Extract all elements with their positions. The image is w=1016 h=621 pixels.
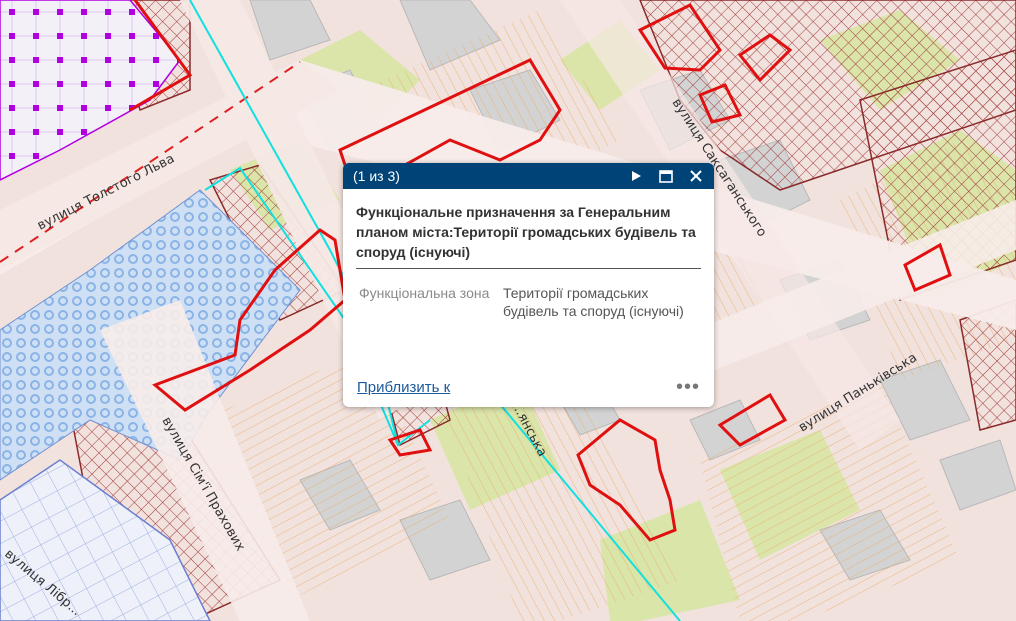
more-actions-icon[interactable]: ••• bbox=[676, 376, 700, 399]
popup-title: Функціональне призначення за Генеральним… bbox=[356, 202, 701, 269]
feature-popup[interactable]: (1 из 3) Функціональне призначення за Ге… bbox=[343, 163, 714, 407]
popup-counter: (1 из 3) bbox=[353, 168, 400, 184]
popup-footer: Приблизить к ••• bbox=[357, 376, 700, 399]
zoom-to-link[interactable]: Приблизить к bbox=[357, 379, 450, 396]
close-button[interactable] bbox=[688, 168, 704, 184]
popup-actions bbox=[628, 168, 704, 184]
maximize-icon bbox=[659, 169, 673, 183]
attribute-key: Функціональна зона bbox=[359, 285, 490, 301]
attribute-value: Території громадських будівель та споруд… bbox=[503, 285, 684, 319]
play-icon bbox=[632, 171, 641, 181]
maximize-button[interactable] bbox=[658, 168, 674, 184]
popup-header: (1 из 3) bbox=[343, 163, 714, 189]
close-icon bbox=[690, 170, 702, 182]
next-feature-button[interactable] bbox=[628, 168, 644, 184]
attribute-row: Функціональна зона Території громадських… bbox=[359, 284, 701, 320]
